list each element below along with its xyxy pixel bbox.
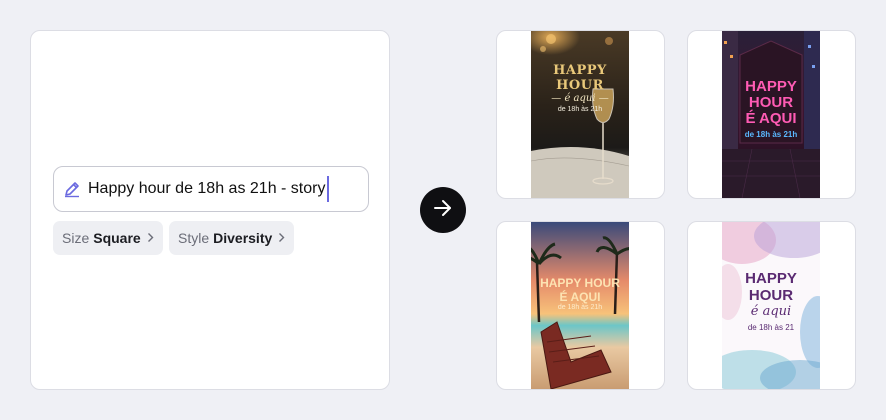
style-option-label: Style	[178, 230, 210, 246]
result-4-line4: de 18h às 21	[747, 323, 795, 332]
style-option-value: Diversity	[213, 230, 273, 246]
result-4-line1: HAPPY	[745, 270, 797, 287]
result-image-2: HAPPY HOUR É AQUI de 18h às 21h	[722, 31, 820, 198]
result-image-3: HAPPY HOUR É AQUI de 18h às 21h	[531, 222, 629, 389]
generate-button[interactable]	[420, 187, 466, 233]
result-2-line4: de 18h às 21h	[744, 130, 798, 139]
result-4-line3: é aqui	[750, 304, 792, 319]
result-1-text: HAPPY HOUR — é aqui — de 18h às 21h	[531, 31, 629, 198]
size-option-label: Size	[62, 230, 90, 246]
result-1-line2: — é aqui —	[551, 93, 609, 104]
result-3-text: HAPPY HOUR É AQUI de 18h às 21h	[531, 222, 629, 389]
size-option-button[interactable]: Size Square	[53, 221, 163, 255]
result-card-2[interactable]: HAPPY HOUR É AQUI de 18h às 21h	[687, 30, 856, 199]
result-3-line2: É AQUI	[559, 290, 601, 304]
result-card-3[interactable]: HAPPY HOUR É AQUI de 18h às 21h	[496, 221, 665, 390]
text-caret	[327, 176, 330, 202]
pencil-icon	[62, 179, 82, 199]
chevron-right-icon	[278, 231, 285, 246]
chevron-right-icon	[147, 231, 154, 246]
prompt-input[interactable]: Happy hour de 18h as 21h - story	[53, 166, 369, 212]
result-2-line2: HOUR	[748, 94, 794, 111]
prompt-text: Happy hour de 18h as 21h - story	[88, 180, 326, 197]
prompt-panel: Happy hour de 18h as 21h - story Size Sq…	[30, 30, 390, 390]
result-card-4[interactable]: HAPPY HOUR é aqui de 18h às 21	[687, 221, 856, 390]
result-4-text: HAPPY HOUR é aqui de 18h às 21	[722, 222, 820, 389]
result-4-line2: HOUR	[748, 287, 794, 304]
result-2-text: HAPPY HOUR É AQUI de 18h às 21h	[722, 31, 820, 198]
arrow-right-icon	[432, 197, 454, 224]
result-1-line1: HAPPY HOUR	[553, 63, 607, 93]
result-3-line3: de 18h às 21h	[557, 304, 603, 311]
result-2-line3: É AQUI	[745, 110, 797, 127]
result-1-line3: de 18h às 21h	[557, 106, 603, 113]
result-2-line1: HAPPY	[745, 78, 797, 95]
style-option-button[interactable]: Style Diversity	[169, 221, 295, 255]
result-card-1[interactable]: HAPPY HOUR — é aqui — de 18h às 21h	[496, 30, 665, 199]
result-3-line1: HAPPY HOUR	[540, 276, 620, 290]
result-image-1: HAPPY HOUR — é aqui — de 18h às 21h	[531, 31, 629, 198]
result-image-4: HAPPY HOUR é aqui de 18h às 21	[722, 222, 820, 389]
size-option-value: Square	[93, 230, 141, 246]
